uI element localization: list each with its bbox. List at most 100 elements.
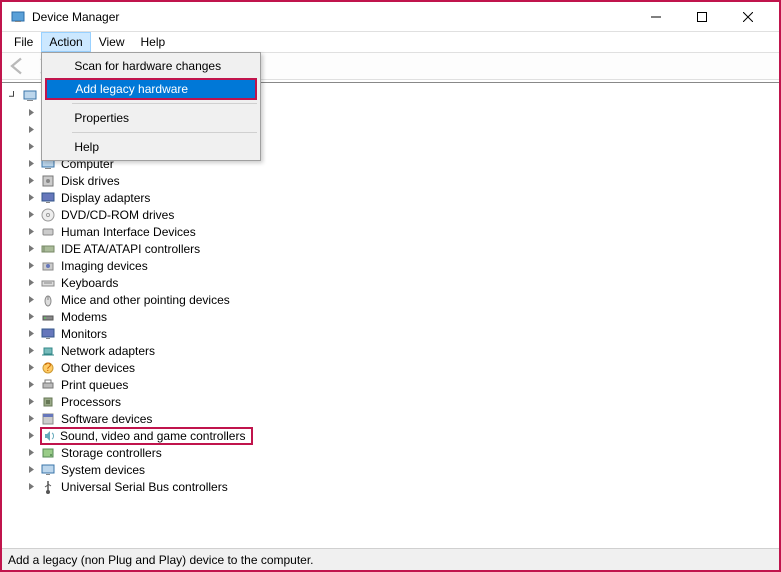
expand-icon[interactable] bbox=[26, 447, 37, 458]
tree-node[interactable]: IDE ATA/ATAPI controllers bbox=[26, 240, 773, 257]
maximize-button[interactable] bbox=[679, 3, 725, 31]
tree-node[interactable]: Universal Serial Bus controllers bbox=[26, 478, 773, 495]
tree-node-label: Software devices bbox=[59, 412, 154, 426]
tree-node-label: Display adapters bbox=[59, 191, 152, 205]
menubar: File Action Scan for hardware changes Ad… bbox=[2, 32, 779, 52]
svg-text:?: ? bbox=[45, 360, 52, 374]
expand-icon[interactable] bbox=[26, 328, 37, 339]
expand-icon[interactable] bbox=[26, 413, 37, 424]
statusbar-text: Add a legacy (non Plug and Play) device … bbox=[8, 553, 314, 567]
tree-node-label: Sound, video and game controllers bbox=[58, 429, 247, 443]
expand-icon[interactable] bbox=[26, 294, 37, 305]
hid-icon bbox=[40, 224, 56, 240]
tree-node[interactable]: Keyboards bbox=[26, 274, 773, 291]
menu-separator bbox=[72, 132, 257, 133]
tree-node-label: System devices bbox=[59, 463, 147, 477]
modem-icon bbox=[40, 309, 56, 325]
expand-icon[interactable] bbox=[26, 277, 37, 288]
dvd-icon bbox=[40, 207, 56, 223]
menu-view[interactable]: View bbox=[91, 32, 133, 52]
tree-node[interactable]: Modems bbox=[26, 308, 773, 325]
tree-node[interactable]: Sound, video and game controllers bbox=[26, 427, 773, 444]
close-button[interactable] bbox=[725, 3, 771, 31]
network-icon bbox=[40, 343, 56, 359]
tree-node-label: DVD/CD-ROM drives bbox=[59, 208, 176, 222]
menu-properties[interactable]: Properties bbox=[44, 107, 258, 129]
tree-node-label: Processors bbox=[59, 395, 123, 409]
tree-node-label: Keyboards bbox=[59, 276, 120, 290]
other-icon: ? bbox=[40, 360, 56, 376]
tree-node[interactable]: Software devices bbox=[26, 410, 773, 427]
expand-icon[interactable] bbox=[26, 124, 37, 135]
titlebar: Device Manager bbox=[2, 2, 779, 32]
expand-icon[interactable] bbox=[26, 464, 37, 475]
expand-icon[interactable] bbox=[26, 192, 37, 203]
tree-node[interactable]: Mice and other pointing devices bbox=[26, 291, 773, 308]
tree-node-label: Monitors bbox=[59, 327, 109, 341]
tree-node-label: Network adapters bbox=[59, 344, 157, 358]
expand-icon[interactable] bbox=[26, 243, 37, 254]
expand-icon[interactable] bbox=[26, 379, 37, 390]
expand-icon[interactable] bbox=[26, 362, 37, 373]
tree-node[interactable]: Display adapters bbox=[26, 189, 773, 206]
expand-icon[interactable] bbox=[26, 158, 37, 169]
menu-scan-hardware[interactable]: Scan for hardware changes bbox=[44, 55, 258, 77]
cpu-icon bbox=[40, 394, 56, 410]
tree-node-label: Universal Serial Bus controllers bbox=[59, 480, 230, 494]
monitor-icon bbox=[40, 326, 56, 342]
expand-icon[interactable] bbox=[26, 175, 37, 186]
tree-node-label: Imaging devices bbox=[59, 259, 150, 273]
tree-node[interactable]: Processors bbox=[26, 393, 773, 410]
highlighted-node[interactable]: Sound, video and game controllers bbox=[40, 427, 253, 445]
tree-node-label: Mice and other pointing devices bbox=[59, 293, 232, 307]
tree-node[interactable]: Network adapters bbox=[26, 342, 773, 359]
storage-icon bbox=[40, 445, 56, 461]
expand-icon[interactable] bbox=[26, 260, 37, 271]
expand-icon[interactable] bbox=[26, 311, 37, 322]
tree-node[interactable]: Storage controllers bbox=[26, 444, 773, 461]
system-icon bbox=[40, 462, 56, 478]
expand-icon[interactable] bbox=[26, 226, 37, 237]
tree-node[interactable]: DVD/CD-ROM drives bbox=[26, 206, 773, 223]
tree-node[interactable]: System devices bbox=[26, 461, 773, 478]
expand-icon[interactable] bbox=[8, 90, 19, 101]
printer-icon bbox=[40, 377, 56, 393]
tree-node[interactable]: Human Interface Devices bbox=[26, 223, 773, 240]
tree-node[interactable]: Monitors bbox=[26, 325, 773, 342]
disk-icon bbox=[40, 173, 56, 189]
window-title: Device Manager bbox=[32, 10, 633, 24]
tree-node-label: Storage controllers bbox=[59, 446, 164, 460]
tree-node[interactable]: Disk drives bbox=[26, 172, 773, 189]
mouse-icon bbox=[40, 292, 56, 308]
expand-icon[interactable] bbox=[26, 396, 37, 407]
expand-icon[interactable] bbox=[26, 209, 37, 220]
expand-icon[interactable] bbox=[26, 481, 37, 492]
sound-icon bbox=[42, 428, 58, 444]
tree-node[interactable]: Print queues bbox=[26, 376, 773, 393]
window-controls bbox=[633, 3, 771, 31]
expand-icon[interactable] bbox=[26, 345, 37, 356]
menu-file[interactable]: File bbox=[6, 32, 41, 52]
tree-node-label: Modems bbox=[59, 310, 109, 324]
back-button[interactable] bbox=[6, 54, 30, 78]
tree-node-label: Disk drives bbox=[59, 174, 122, 188]
menu-add-legacy-hardware[interactable]: Add legacy hardware bbox=[45, 78, 257, 100]
statusbar: Add a legacy (non Plug and Play) device … bbox=[2, 548, 779, 570]
ide-icon bbox=[40, 241, 56, 257]
display-icon bbox=[40, 190, 56, 206]
app-icon bbox=[10, 9, 26, 25]
expand-icon[interactable] bbox=[26, 107, 37, 118]
menu-separator bbox=[72, 103, 257, 104]
expand-icon[interactable] bbox=[26, 430, 37, 441]
minimize-button[interactable] bbox=[633, 3, 679, 31]
tree-node[interactable]: ?Other devices bbox=[26, 359, 773, 376]
tree-node[interactable]: Imaging devices bbox=[26, 257, 773, 274]
menu-action[interactable]: Action Scan for hardware changes Add leg… bbox=[41, 32, 90, 52]
menu-help[interactable]: Help bbox=[133, 32, 174, 52]
action-dropdown: Scan for hardware changes Add legacy har… bbox=[41, 52, 261, 161]
computer-icon bbox=[22, 88, 38, 104]
tree-node-label: Print queues bbox=[59, 378, 130, 392]
expand-icon[interactable] bbox=[26, 141, 37, 152]
tree-node-label: Human Interface Devices bbox=[59, 225, 198, 239]
menu-help[interactable]: Help bbox=[44, 136, 258, 158]
